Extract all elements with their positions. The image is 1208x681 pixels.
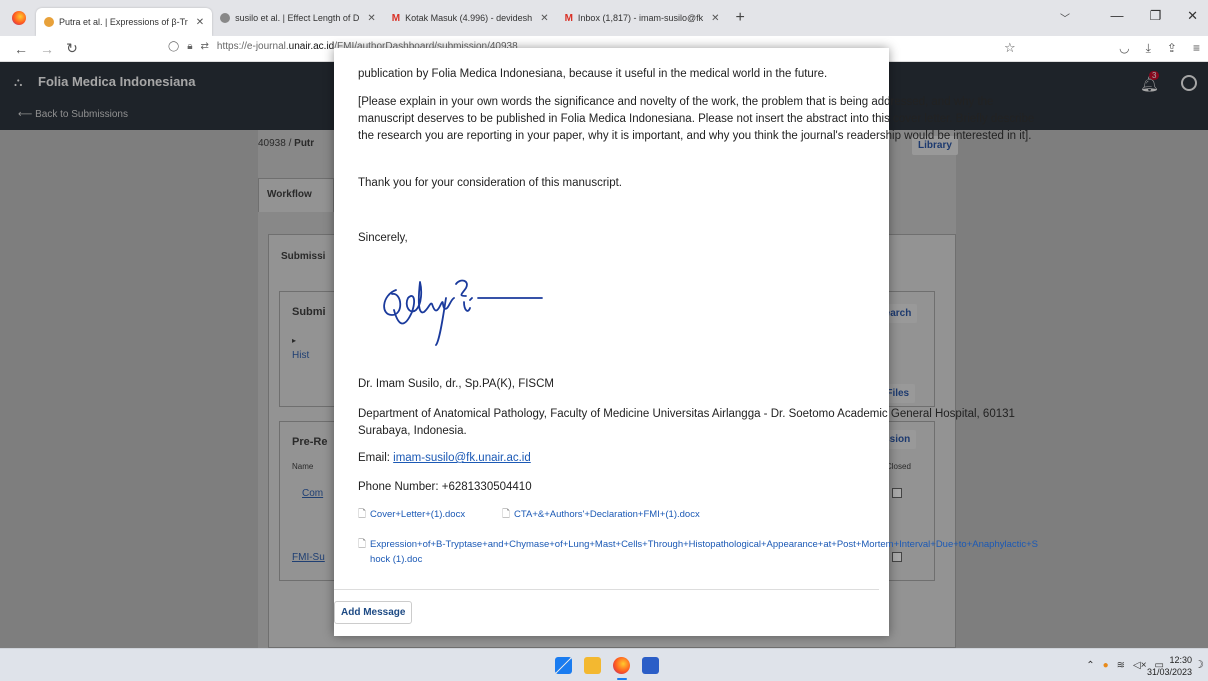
attachment-link[interactable]: 🗋︎ Expression+of+B-Tryptase+and+Chymase+… — [358, 537, 1048, 567]
gmail-icon: M — [391, 12, 401, 24]
submission-tab[interactable]: Submissi — [281, 251, 325, 262]
email-link[interactable]: imam-susilo@fk.unair.ac.id — [393, 452, 531, 464]
window-controls: — ❐ ✕ — [1110, 8, 1198, 24]
discussion-link[interactable]: Com — [302, 488, 323, 499]
permissions-icon[interactable]: ⇄ — [201, 41, 209, 52]
word-icon[interactable] — [642, 657, 659, 674]
focus-assist-icon[interactable]: ☽ — [1194, 658, 1204, 671]
attachment-link[interactable]: 🗋︎ Cover+Letter+(1).docx — [358, 508, 465, 522]
firefox-taskbar-icon[interactable] — [613, 657, 630, 674]
close-window-icon[interactable]: ✕ — [1187, 8, 1198, 24]
message-line: publication by Folia Medica Indonesiana,… — [358, 68, 828, 80]
discussion-modal: publication by Folia Medica Indonesiana,… — [334, 48, 1038, 636]
email-line: Email: imam-susilo@fk.unair.ac.id — [358, 452, 531, 464]
restore-icon[interactable]: ❐ — [1149, 8, 1161, 24]
file-explorer-icon[interactable] — [584, 657, 601, 674]
firefox-icon[interactable] — [12, 11, 26, 25]
message-paragraph: [Please explain in your own words the si… — [358, 96, 1035, 142]
close-tab-icon[interactable]: ✕ — [540, 13, 548, 24]
tab-favicon — [44, 17, 54, 27]
forward-arrow-icon[interactable]: → — [40, 41, 54, 57]
lock-icon[interactable]: 🔒︎ — [187, 41, 192, 52]
phone-line: Phone Number: +6281330504410 — [358, 481, 532, 493]
signature-image — [383, 279, 543, 346]
tab-susilo[interactable]: susilo et al. | Effect Length of D ✕ — [212, 4, 384, 32]
gmail-icon: M — [564, 12, 573, 24]
browser-tabbar: Putra et al. | Expressions of β-Tr ✕ sus… — [0, 0, 1208, 36]
app-tray-icon[interactable]: ● — [1103, 660, 1109, 671]
tab-kotak-masuk[interactable]: M Kotak Masuk (4.996) - devidesh ✕ — [384, 4, 557, 32]
downloads-icon[interactable]: ⤓ — [1146, 41, 1151, 56]
menu-icon[interactable]: ≡ — [1193, 41, 1200, 56]
workflow-tab[interactable]: Workflow — [258, 178, 334, 212]
shield-icon[interactable]: ◯ — [168, 41, 179, 52]
active-indicator — [617, 678, 627, 680]
tab-inbox[interactable]: M Inbox (1,817) - imam-susilo@fk ✕ — [557, 4, 728, 32]
chevron-up-icon[interactable]: ⌃ — [1086, 660, 1094, 671]
close-tab-icon[interactable]: ✕ — [711, 13, 719, 24]
pocket-icon[interactable]: ◡ — [1119, 41, 1129, 56]
start-icon[interactable] — [555, 657, 572, 674]
add-message-button[interactable]: Add Message — [334, 601, 413, 624]
file-link[interactable]: FMI-Su — [292, 552, 325, 563]
file-icon: 🗋︎ — [358, 539, 367, 550]
signer-name: Dr. Imam Susilo, dr., Sp.PA(K), FISCM — [358, 378, 554, 390]
reload-icon[interactable]: ↻ — [66, 40, 78, 57]
tab-favicon — [220, 13, 231, 23]
signer-department: Department of Anatomical Pathology, Facu… — [358, 408, 1015, 437]
new-tab-button[interactable]: + — [736, 9, 745, 27]
bookmark-star-icon[interactable]: ☆ — [1004, 40, 1016, 56]
wifi-icon[interactable]: ≋ — [1117, 660, 1125, 671]
back-arrow-icon[interactable]: ← — [14, 41, 28, 57]
history-link[interactable]: Hist — [292, 350, 309, 361]
expand-arrow-icon[interactable]: ▸ — [292, 336, 296, 345]
clock[interactable]: 12:30 31/03/2023 — [1147, 654, 1192, 678]
close-tab-icon[interactable]: ✕ — [196, 17, 204, 28]
tab-title: Kotak Masuk (4.996) - devidesh — [405, 13, 533, 23]
message-thanks: Thank you for your consideration of this… — [358, 177, 622, 189]
file-icon: 🗋︎ — [502, 509, 511, 520]
toolbar-icons: ◡ ⤓ ⇪ ≡ — [1119, 41, 1200, 56]
attachment-link[interactable]: 🗋︎ CTA+&+Authors'+Declaration+FMI+(1).do… — [502, 508, 700, 522]
minimize-icon[interactable]: — — [1110, 8, 1123, 24]
file-icon: 🗋︎ — [358, 509, 367, 520]
volume-icon[interactable]: ◁× — [1133, 660, 1147, 671]
share-icon[interactable]: ⇪ — [1167, 41, 1177, 56]
message-sincerely: Sincerely, — [358, 232, 408, 244]
list-tabs-icon[interactable]: ﹀ — [1060, 10, 1070, 25]
closed-checkbox[interactable] — [892, 488, 902, 498]
close-tab-icon[interactable]: ✕ — [367, 13, 375, 24]
breadcrumb: 40938 / Putr — [258, 138, 315, 149]
tab-putra[interactable]: Putra et al. | Expressions of β-Tr ✕ — [36, 8, 213, 36]
tab-title: Putra et al. | Expressions of β-Tr — [59, 17, 188, 27]
tab-title: Inbox (1,817) - imam-susilo@fk — [577, 13, 704, 23]
tab-title: susilo et al. | Effect Length of D — [235, 13, 360, 23]
modal-divider — [334, 589, 879, 590]
windows-taskbar: ⌃ ● ≋ ◁× ▭ 12:30 31/03/2023 ☽ — [0, 648, 1208, 681]
